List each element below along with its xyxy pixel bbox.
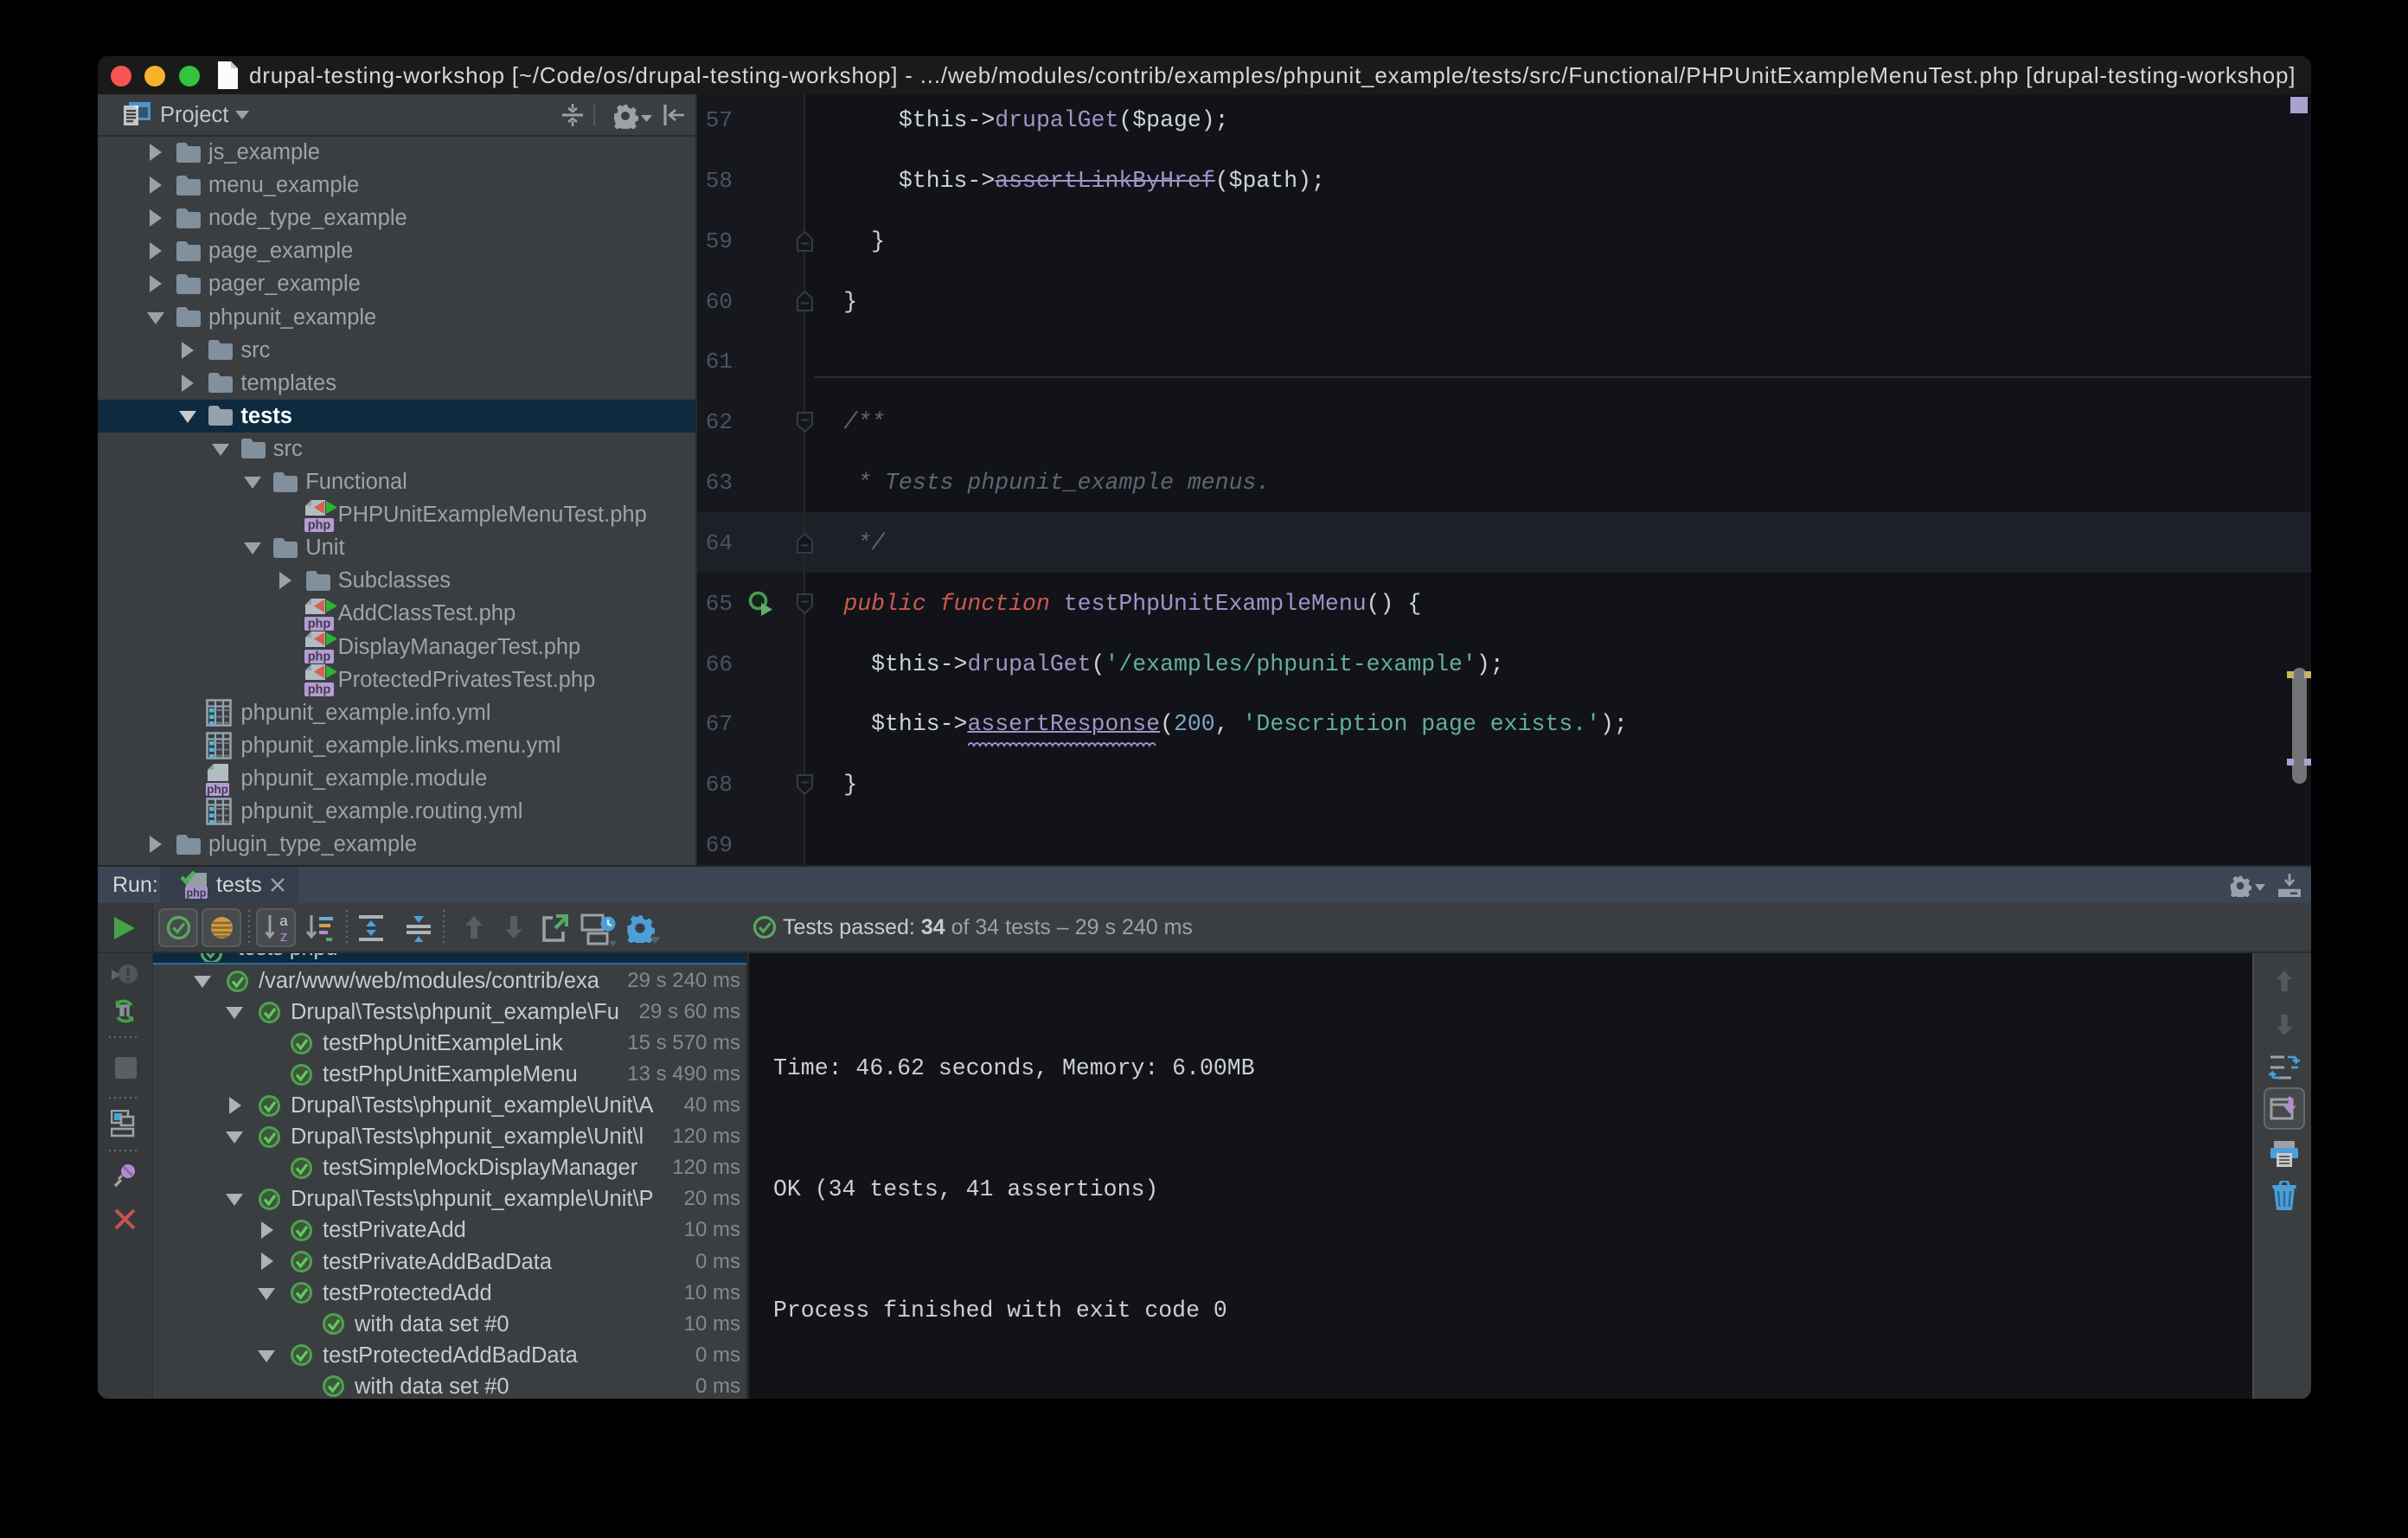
svg-text:php: php: [307, 518, 330, 532]
svg-text:php: php: [307, 617, 330, 631]
svg-text:php: php: [307, 650, 330, 664]
svg-text:z: z: [280, 928, 288, 943]
svg-text:php: php: [208, 783, 229, 796]
svg-text:php: php: [307, 683, 330, 697]
svg-text:php: php: [187, 888, 207, 900]
svg-text:a: a: [279, 913, 288, 929]
